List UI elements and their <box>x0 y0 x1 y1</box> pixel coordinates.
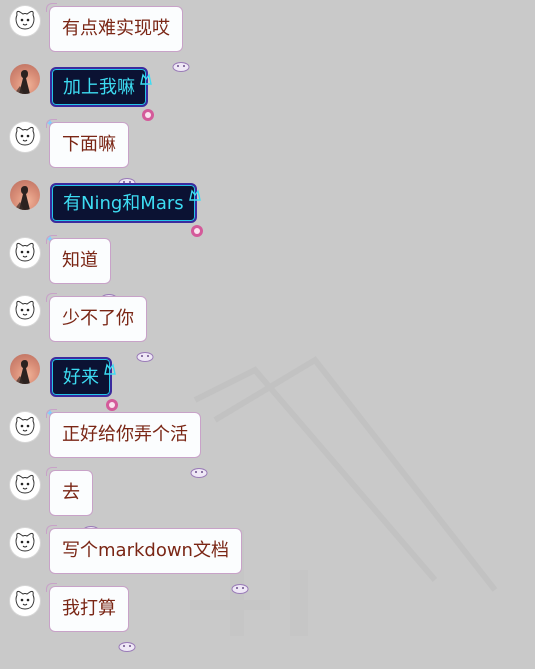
chat-message-row: 去 <box>0 464 535 536</box>
bot-avatar-icon[interactable] <box>10 412 40 442</box>
bot-avatar-icon[interactable] <box>10 528 40 558</box>
bubble-corner-decoration <box>46 583 57 592</box>
bot-avatar-icon[interactable] <box>10 296 40 326</box>
bot-avatar-icon[interactable] <box>10 586 40 616</box>
bubble-pet-icon <box>118 625 136 652</box>
message-bubble[interactable]: 去 <box>46 467 100 536</box>
bubble-character-icon <box>104 389 120 411</box>
chat-message-row: 下面嘛 <box>0 116 535 188</box>
message-text: 少不了你 <box>62 308 134 329</box>
user-avatar-icon[interactable] <box>10 354 40 384</box>
chat-message-row: 有Ning和Mars <box>0 174 535 243</box>
chat-message-row: 写个markdown文档 <box>0 522 535 594</box>
message-bubble[interactable]: 有Ning和Mars <box>46 183 203 243</box>
message-text: 去 <box>62 482 80 503</box>
message-bubble[interactable]: 有点难实现哎 <box>46 3 190 72</box>
bubble-corner-decoration <box>46 467 57 476</box>
bubble-corner-decoration <box>46 235 57 244</box>
message-bubble[interactable]: 加上我嘛 <box>46 67 154 127</box>
message-text: 正好给你弄个活 <box>62 424 188 445</box>
bubble-pet-icon <box>190 451 208 478</box>
bubble-corner-decoration <box>46 293 57 302</box>
chat-message-row: 少不了你 <box>0 290 535 362</box>
chat-message-row: 加上我嘛 <box>0 58 535 127</box>
message-text: 加上我嘛 <box>63 77 135 98</box>
chat-message-row: 正好给你弄个活 <box>0 406 535 478</box>
sparkle-icon <box>46 219 54 243</box>
message-bubble[interactable]: 写个markdown文档 <box>46 525 249 594</box>
bubble-corner-decoration <box>46 409 57 418</box>
bubble-pet-icon <box>172 45 190 72</box>
message-text: 有点难实现哎 <box>62 18 170 39</box>
message-text: 下面嘛 <box>62 134 116 155</box>
message-text: 知道 <box>62 250 98 271</box>
bubble-corner-decoration <box>46 119 57 128</box>
bubble-pet-icon <box>100 277 118 304</box>
user-avatar-icon[interactable] <box>10 64 40 94</box>
chat-message-row: 好来 <box>0 348 535 417</box>
message-text: 写个markdown文档 <box>62 540 229 561</box>
message-bubble[interactable]: 正好给你弄个活 <box>46 409 208 478</box>
message-text: 有Ning和Mars <box>63 193 184 214</box>
chat-message-row: 有点难实现哎 <box>0 0 535 72</box>
message-bubble[interactable]: 少不了你 <box>46 293 154 362</box>
user-avatar-icon[interactable] <box>10 180 40 210</box>
bubble-character-icon <box>189 215 205 237</box>
chat-message-row: 知道 <box>0 232 535 304</box>
message-bubble[interactable]: 下面嘛 <box>46 119 136 188</box>
cat-ear-icon <box>104 351 116 375</box>
bubble-pet-icon <box>136 335 154 362</box>
bubble-corner-decoration <box>46 3 57 12</box>
bot-avatar-icon[interactable] <box>10 6 40 36</box>
chat-message-row: 我打算 <box>0 580 535 652</box>
bot-avatar-icon[interactable] <box>10 122 40 152</box>
bubble-character-icon <box>140 99 156 121</box>
cat-ear-icon <box>188 177 201 201</box>
bubble-corner-decoration <box>46 525 57 534</box>
message-bubble[interactable]: 知道 <box>46 235 118 304</box>
chat-message-list[interactable]: 有点难实现哎 加上我嘛下面嘛有Ning和Mars 知道少不了你好来正好给你弄个活去写… <box>0 0 535 652</box>
message-bubble[interactable]: 我打算 <box>46 583 136 652</box>
message-text: 好来 <box>63 367 99 388</box>
bubble-pet-icon <box>231 567 249 594</box>
bot-avatar-icon[interactable] <box>10 470 40 500</box>
sparkle-icon <box>46 393 54 417</box>
message-text: 我打算 <box>62 598 116 619</box>
bubble-pet-icon <box>82 509 100 536</box>
bot-avatar-icon[interactable] <box>10 238 40 268</box>
bubble-pet-icon <box>118 161 136 188</box>
cat-ear-icon <box>140 61 152 85</box>
sparkle-icon <box>46 103 54 127</box>
message-bubble[interactable]: 好来 <box>46 357 118 417</box>
